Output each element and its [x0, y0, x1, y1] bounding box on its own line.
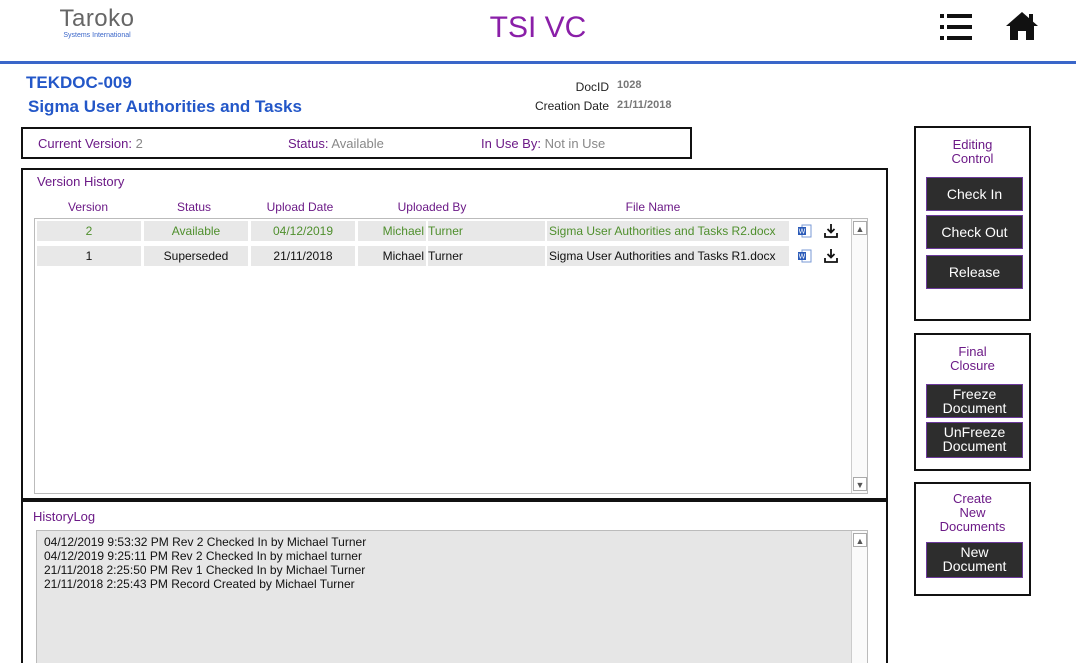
- table-row[interactable]: 1 Superseded 21/11/2018 Michael Turner S…: [37, 246, 851, 266]
- version-table-scrollbar[interactable]: ▲ ▼: [851, 219, 867, 493]
- current-version-value: 2: [135, 136, 143, 151]
- version-history-table: 2 Available 04/12/2019 Michael Turner Si…: [34, 218, 868, 494]
- create-new-title-3: Documents: [939, 519, 1006, 534]
- column-header-uploaded-by[interactable]: Uploaded By: [382, 200, 482, 214]
- download-icon[interactable]: [823, 223, 839, 239]
- download-icon[interactable]: [823, 248, 839, 264]
- unfreeze-label-1: UnFreeze: [943, 424, 1006, 440]
- freeze-label-2: Document: [942, 400, 1007, 416]
- status-label: Status:: [288, 136, 329, 151]
- column-header-upload-date[interactable]: Upload Date: [250, 200, 350, 214]
- creation-date-value: 21/11/2018: [617, 99, 672, 111]
- word-document-icon[interactable]: W: [797, 248, 813, 264]
- cell-file-name[interactable]: Sigma User Authorities and Tasks R2.docx: [547, 221, 789, 241]
- column-header-version[interactable]: Version: [48, 200, 128, 214]
- freeze-label-1: Freeze: [952, 386, 997, 402]
- log-line: 21/11/2018 2:25:50 PM Rev 1 Checked In b…: [44, 563, 366, 577]
- docid-label: DocID: [575, 80, 609, 94]
- in-use-by-label: In Use By:: [481, 136, 541, 151]
- unfreeze-label-2: Document: [942, 438, 1007, 454]
- cell-upload-date: 21/11/2018: [251, 246, 355, 266]
- status-value: Available: [331, 136, 384, 151]
- home-icon[interactable]: [1004, 10, 1040, 42]
- table-row[interactable]: 2 Available 04/12/2019 Michael Turner Si…: [37, 221, 851, 241]
- log-line: 04/12/2019 9:25:11 PM Rev 2 Checked In b…: [44, 549, 362, 563]
- cell-file-name[interactable]: Sigma User Authorities and Tasks R1.docx: [547, 246, 789, 266]
- logo-sub-text: Systems International: [63, 32, 131, 39]
- version-status-bar: Current Version: 2 Status: Available In …: [21, 127, 692, 159]
- log-line: 21/11/2018 2:25:43 PM Record Created by …: [44, 577, 355, 591]
- cell-uploader-last: Turner: [428, 246, 545, 266]
- cell-uploader-first: Michael: [358, 246, 426, 266]
- version-history-title: Version History: [37, 174, 125, 189]
- history-log-title: HistoryLog: [33, 509, 96, 524]
- chevron-down-icon[interactable]: ▼: [853, 477, 867, 491]
- final-closure-title-2: Closure: [950, 358, 995, 373]
- new-document-label-1: New: [960, 544, 989, 560]
- unfreeze-document-button[interactable]: UnFreeze Document: [926, 422, 1023, 458]
- create-new-title-1: Create: [952, 491, 993, 506]
- hamburger-menu-icon[interactable]: [938, 12, 974, 42]
- check-in-button[interactable]: Check In: [926, 177, 1023, 211]
- new-document-label-2: Document: [942, 558, 1007, 574]
- in-use-by-value: Not in Use: [544, 136, 606, 151]
- document-code: TEKDOC-009: [26, 73, 132, 92]
- cell-upload-date: 04/12/2019: [251, 221, 355, 241]
- cell-status: Superseded: [144, 246, 248, 266]
- app-title: TSI VC: [489, 11, 587, 44]
- word-document-icon[interactable]: W: [797, 223, 813, 239]
- freeze-document-button[interactable]: Freeze Document: [926, 384, 1023, 418]
- editing-control-title-2: Control: [951, 151, 994, 166]
- in-use-by: In Use By: Not in Use: [481, 136, 605, 151]
- history-log-scrollbar[interactable]: ▲: [851, 531, 867, 663]
- docid-value: 1028: [617, 79, 642, 91]
- cell-status: Available: [144, 221, 248, 241]
- creation-date-label: Creation Date: [534, 99, 609, 113]
- cell-version: 2: [37, 221, 141, 241]
- chevron-up-icon[interactable]: ▲: [853, 221, 867, 235]
- taroko-logo: Taroko Systems International: [52, 6, 142, 40]
- editing-control-title-1: Editing: [952, 137, 993, 152]
- logo-main-text: Taroko: [59, 5, 135, 32]
- editing-control-panel: Editing Control Check In Check Out Relea…: [914, 126, 1031, 321]
- history-log-lines: 04/12/2019 9:53:32 PM Rev 2 Checked In b…: [44, 535, 366, 591]
- cell-uploader-last: Turner: [428, 221, 545, 241]
- app-header: Taroko Systems International TSI VC: [0, 0, 1076, 64]
- final-closure-title-1: Final: [958, 344, 987, 359]
- current-version-label: Current Version:: [38, 136, 132, 151]
- cell-version: 1: [37, 246, 141, 266]
- column-header-file-name[interactable]: File Name: [593, 200, 713, 214]
- check-out-button[interactable]: Check Out: [926, 215, 1023, 249]
- history-log-text[interactable]: 04/12/2019 9:53:32 PM Rev 2 Checked In b…: [36, 530, 868, 663]
- svg-text:W: W: [799, 228, 806, 236]
- status: Status: Available: [288, 136, 384, 151]
- document-title: Sigma User Authorities and Tasks: [28, 97, 302, 116]
- release-button[interactable]: Release: [926, 255, 1023, 289]
- chevron-up-icon[interactable]: ▲: [853, 533, 867, 547]
- log-line: 04/12/2019 9:53:32 PM Rev 2 Checked In b…: [44, 535, 367, 549]
- new-document-button[interactable]: New Document: [926, 542, 1023, 578]
- current-version: Current Version: 2: [38, 136, 143, 151]
- create-new-panel: Create New Documents New Document: [914, 482, 1031, 596]
- cell-uploader-first: Michael: [358, 221, 426, 241]
- column-header-status[interactable]: Status: [154, 200, 234, 214]
- svg-text:W: W: [799, 253, 806, 261]
- create-new-title-2: New: [959, 505, 986, 520]
- final-closure-panel: Final Closure Freeze Document UnFreeze D…: [914, 333, 1031, 471]
